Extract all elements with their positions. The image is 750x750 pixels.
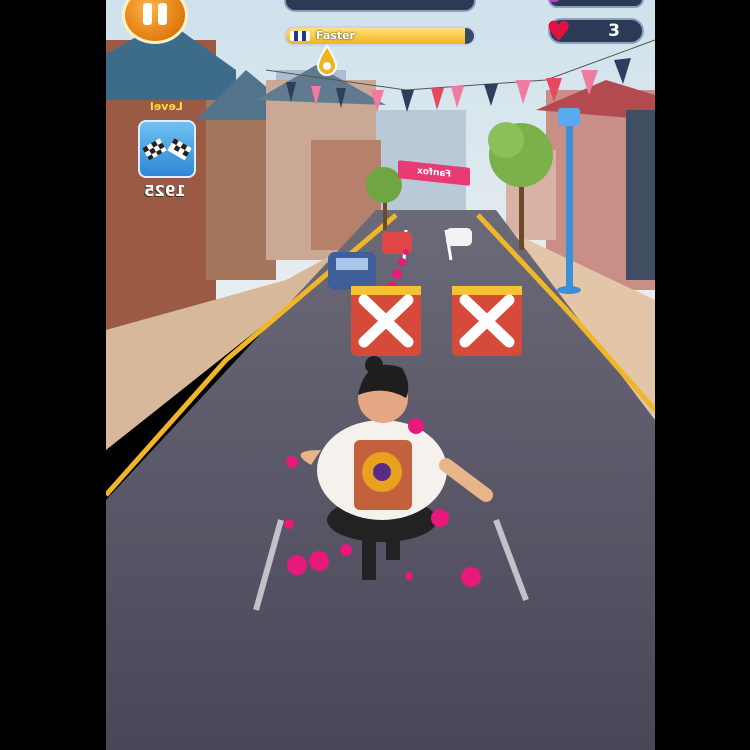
progress-label: Faster — [316, 29, 355, 42]
tree — [366, 167, 402, 203]
lives-panel: ♥ 3 — [546, 15, 644, 48]
pause-icon — [158, 3, 167, 25]
level-card: Level 1925 — [134, 100, 204, 200]
gem-icon — [546, 0, 562, 2]
progress-fill — [286, 28, 465, 44]
finish-flag-icon — [138, 120, 196, 178]
score-value: 230 — [318, 0, 349, 4]
speed-progress-bar: Faster — [284, 26, 476, 46]
checkered-flag-icon — [290, 31, 310, 41]
level-label: Level — [150, 100, 183, 113]
lamp-post — [566, 120, 573, 290]
lives-count: 3 — [608, 21, 620, 41]
barrier-obstacle — [351, 286, 421, 356]
game-viewport[interactable]: 230 x1 Faster ♥ 3 Level — [106, 0, 655, 750]
gem-panel — [546, 0, 644, 8]
progress-marker-icon — [316, 44, 338, 76]
score-panel: 230 x1 — [284, 0, 476, 12]
multiplier-value: x1 — [424, 0, 444, 4]
left-house — [206, 100, 276, 280]
heart-icon: ♥ — [546, 15, 572, 48]
right-house — [626, 110, 655, 280]
barrier-obstacle — [452, 286, 522, 356]
oncoming-car — [328, 252, 376, 290]
pause-icon — [143, 3, 152, 25]
level-number: 1925 — [144, 182, 186, 200]
distant-car — [446, 228, 472, 246]
